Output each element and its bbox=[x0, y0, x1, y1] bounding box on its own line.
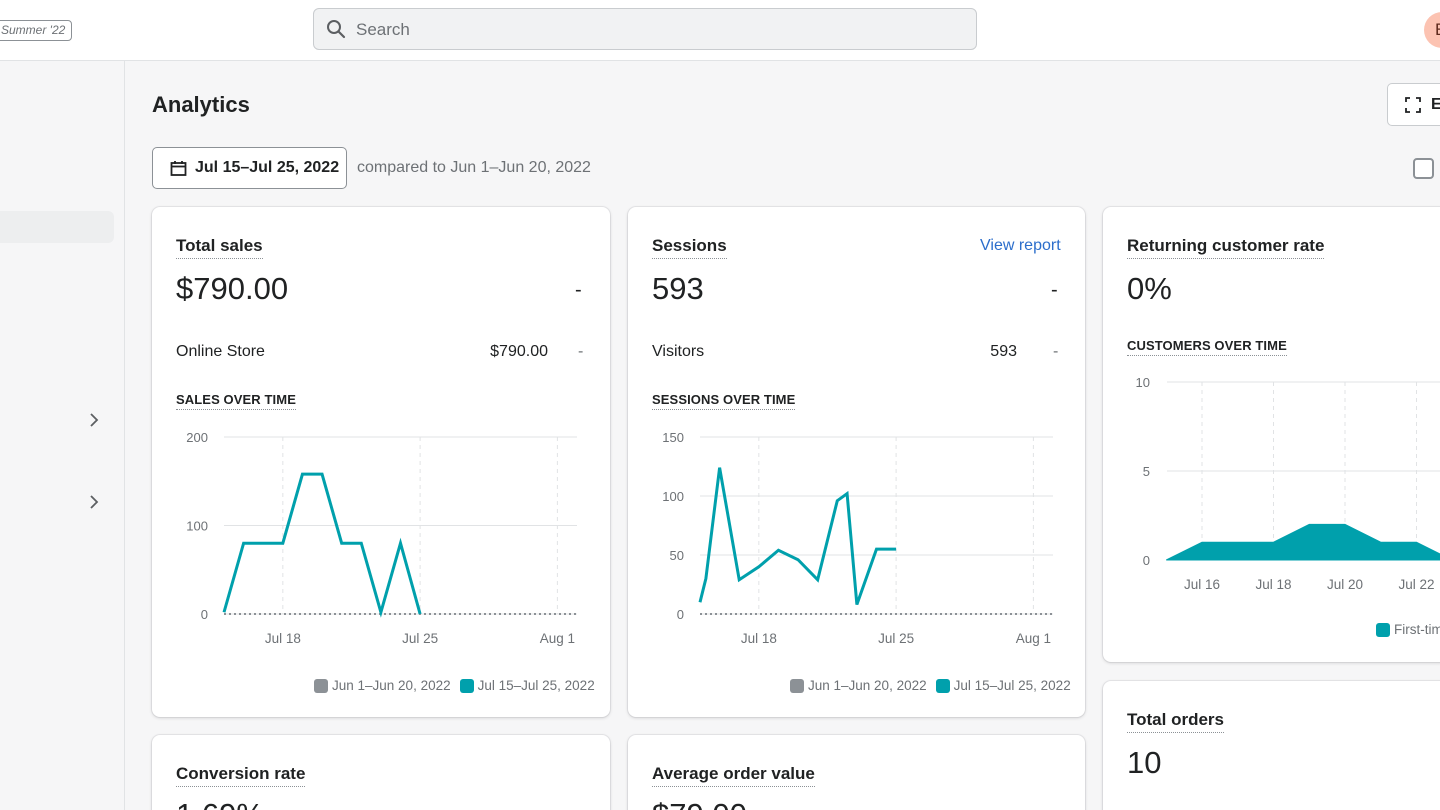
expand-icon bbox=[1405, 97, 1421, 113]
metric-value: $790.00 bbox=[176, 271, 289, 306]
metric-value: 10 bbox=[1127, 745, 1162, 780]
y-tick-label: 50 bbox=[670, 548, 684, 563]
card-title[interactable]: Sessions bbox=[652, 236, 727, 259]
y-tick-label: 0 bbox=[677, 607, 684, 622]
sidebar-item-analytics[interactable] bbox=[0, 211, 114, 243]
breakdown-label: Online Store bbox=[176, 343, 265, 360]
card-title[interactable]: Total sales bbox=[176, 236, 263, 259]
calendar-icon bbox=[170, 161, 187, 176]
x-tick-label: Aug 1 bbox=[1016, 631, 1051, 646]
search-icon bbox=[327, 20, 346, 39]
y-tick-label: 100 bbox=[662, 489, 684, 504]
average-order-value-card: Average order value $79.00 bbox=[628, 735, 1085, 810]
sessions-over-time-chart: 0 50 100 150 Jul 18 Jul 25 Aug 1 bbox=[662, 430, 1053, 646]
series-area bbox=[1166, 523, 1440, 561]
page-title: Analytics bbox=[152, 92, 250, 117]
metric-value: 1.69% bbox=[176, 797, 264, 810]
chart-title[interactable]: SALES OVER TIME bbox=[176, 392, 296, 410]
chart-legend: Jun 1–Jun 20, 2022 Jul 15–Jul 25, 2022 bbox=[790, 678, 1071, 693]
x-tick-label: Jul 18 bbox=[1255, 577, 1291, 592]
x-tick-label: Aug 1 bbox=[540, 631, 575, 646]
avatar[interactable]: E bbox=[1424, 12, 1440, 48]
sessions-card: Sessions View report 593 - Visitors 593 … bbox=[628, 207, 1085, 717]
metric-value: $79.00 bbox=[652, 797, 747, 810]
compare-text: compared to Jun 1–Jun 20, 2022 bbox=[357, 159, 591, 176]
chevron-right-icon[interactable] bbox=[86, 412, 102, 428]
y-tick-label: 100 bbox=[186, 519, 208, 534]
x-tick-label: Jul 18 bbox=[265, 631, 301, 646]
sidebar bbox=[0, 61, 125, 810]
y-tick-label: 10 bbox=[1136, 375, 1150, 390]
chart-title[interactable]: SESSIONS OVER TIME bbox=[652, 392, 796, 410]
y-tick-label: 200 bbox=[186, 430, 208, 445]
y-tick-label: 0 bbox=[201, 607, 208, 622]
legend-swatch bbox=[1376, 622, 1390, 637]
legend-swatch bbox=[790, 678, 804, 693]
series-line-current bbox=[222, 472, 422, 618]
legend-item: Jun 1–Jun 20, 2022 bbox=[808, 678, 927, 693]
y-tick-label: 150 bbox=[662, 430, 684, 445]
x-tick-label: Jul 20 bbox=[1327, 577, 1363, 592]
returning-customer-card: Returning customer rate 0% CUSTOMERS OVE… bbox=[1103, 207, 1440, 662]
metric-value: 593 bbox=[652, 271, 704, 306]
breakdown-change: - bbox=[578, 343, 584, 360]
y-tick-label: 5 bbox=[1143, 464, 1150, 479]
top-bar: Summer '22 Search E bbox=[0, 0, 1440, 61]
y-tick-label: 0 bbox=[1143, 553, 1150, 568]
legend-item: Jun 1–Jun 20, 2022 bbox=[332, 678, 451, 693]
legend-swatch bbox=[935, 678, 950, 693]
sales-over-time-chart: 0 100 200 Jul 18 Jul 25 Aug 1 bbox=[186, 430, 577, 646]
metric-change: - bbox=[575, 279, 582, 301]
total-sales-card: Total sales $790.00 - Online Store $790.… bbox=[152, 207, 610, 717]
chart-legend: First-tim bbox=[1376, 622, 1440, 637]
breakdown-value: $790.00 bbox=[490, 343, 548, 360]
card-title[interactable]: Average order value bbox=[652, 764, 815, 787]
search-input[interactable]: Search bbox=[313, 8, 977, 50]
date-range-button[interactable]: Jul 15–Jul 25, 2022 bbox=[152, 147, 347, 189]
date-range-label: Jul 15–Jul 25, 2022 bbox=[195, 159, 340, 176]
x-tick-label: Jul 25 bbox=[878, 631, 914, 646]
customers-over-time-chart: 0 5 10 Jul 16 Jul 18 Jul 20 Jul 22 bbox=[1136, 375, 1440, 592]
metric-change: - bbox=[1051, 279, 1058, 301]
card-title[interactable]: Returning customer rate bbox=[1127, 236, 1325, 259]
chevron-right-icon[interactable] bbox=[86, 494, 102, 510]
total-orders-card: Total orders 10 bbox=[1103, 681, 1440, 810]
expand-button[interactable]: Ex bbox=[1387, 83, 1440, 126]
edition-badge[interactable]: Summer '22 bbox=[0, 20, 73, 41]
card-title[interactable]: Conversion rate bbox=[176, 764, 306, 787]
x-tick-label: Jul 25 bbox=[402, 631, 438, 646]
view-report-link[interactable]: View report bbox=[980, 237, 1061, 255]
x-tick-label: Jul 16 bbox=[1184, 577, 1220, 592]
breakdown-value: 593 bbox=[990, 343, 1017, 360]
breakdown-change: - bbox=[1053, 343, 1059, 360]
legend-item: First-tim bbox=[1394, 622, 1440, 637]
x-tick-label: Jul 18 bbox=[741, 631, 777, 646]
legend-swatch bbox=[459, 678, 474, 693]
breakdown-label: Visitors bbox=[652, 343, 705, 360]
expand-label: Ex bbox=[1431, 96, 1440, 113]
card-title[interactable]: Total orders bbox=[1127, 710, 1224, 733]
series-line-current bbox=[698, 467, 897, 606]
chart-legend: Jun 1–Jun 20, 2022 Jul 15–Jul 25, 2022 bbox=[314, 678, 595, 693]
compare-checkbox[interactable] bbox=[1413, 158, 1434, 179]
conversion-rate-card: Conversion rate 1.69% bbox=[152, 735, 610, 810]
metric-value: 0% bbox=[1127, 271, 1172, 306]
search-placeholder: Search bbox=[356, 20, 410, 39]
chart-title[interactable]: CUSTOMERS OVER TIME bbox=[1127, 338, 1287, 356]
legend-swatch bbox=[314, 678, 328, 693]
legend-item: Jul 15–Jul 25, 2022 bbox=[477, 678, 595, 693]
x-tick-label: Jul 22 bbox=[1398, 577, 1434, 592]
legend-item: Jul 15–Jul 25, 2022 bbox=[953, 678, 1071, 693]
